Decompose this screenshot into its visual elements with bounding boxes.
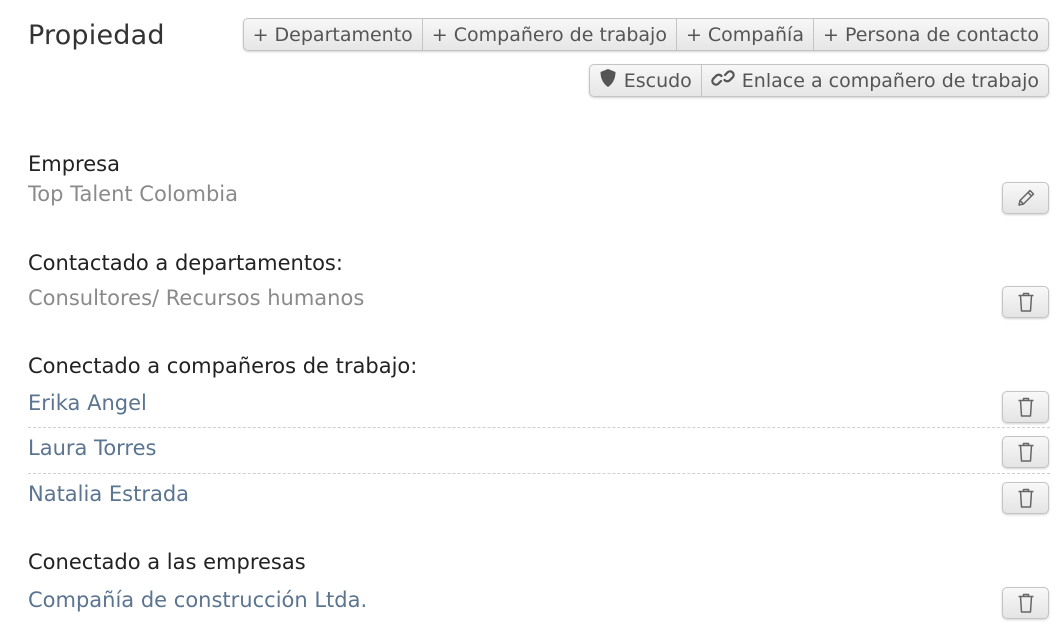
trash-icon [1017,441,1035,463]
delete-coworker-erika-button[interactable] [1002,391,1049,423]
trash-icon [1017,291,1035,313]
companeros-heading: Conectado a compañeros de trabajo: [28,354,418,378]
shield-icon [599,68,617,93]
coworker-link-natalia[interactable]: Natalia Estrada [28,482,189,506]
add-contact-person-label: + Persona de contacto [822,23,1039,46]
add-department-label: + Departamento [252,23,413,46]
link-coworker-label: Enlace a compañero de trabajo [741,69,1039,92]
department-item: Consultores/ Recursos humanos [28,286,365,310]
trash-icon [1017,396,1035,418]
action-button-group: Escudo Enlace a compañero de trabajo [588,64,1049,97]
company-link[interactable]: Compañía de construcción Ltda. [28,588,367,612]
empresa-heading: Empresa [28,152,120,176]
delete-department-button[interactable] [1002,286,1049,318]
add-department-button[interactable]: + Departamento [244,19,422,50]
add-button-group: + Departamento + Compañero de trabajo + … [242,18,1049,51]
row-divider [28,473,1050,474]
trash-icon [1017,487,1035,509]
delete-coworker-laura-button[interactable] [1002,436,1049,468]
coworker-link-laura[interactable]: Laura Torres [28,436,156,460]
add-coworker-label: + Compañero de trabajo [431,23,667,46]
link-coworker-button[interactable]: Enlace a compañero de trabajo [700,65,1048,96]
row-divider [28,427,1050,428]
add-company-label: + Compañía [685,23,804,46]
add-company-button[interactable]: + Compañía [675,19,813,50]
shield-button[interactable]: Escudo [590,65,701,96]
page-title: Propiedad [28,20,165,51]
property-panel: Propiedad + Departamento + Compañero de … [0,0,1060,642]
add-contact-person-button[interactable]: + Persona de contacto [812,19,1048,50]
add-coworker-button[interactable]: + Compañero de trabajo [421,19,676,50]
departamentos-heading: Contactado a departamentos: [28,251,343,275]
shield-label: Escudo [623,69,692,92]
link-icon [711,68,735,93]
trash-icon [1017,592,1035,614]
delete-company-button[interactable] [1002,587,1049,619]
coworker-link-erika[interactable]: Erika Angel [28,391,147,415]
edit-empresa-button[interactable] [1002,182,1049,214]
empresas-heading: Conectado a las empresas [28,550,306,574]
pencil-icon [1015,187,1037,209]
delete-coworker-natalia-button[interactable] [1002,482,1049,514]
empresa-value: Top Talent Colombia [28,182,238,206]
